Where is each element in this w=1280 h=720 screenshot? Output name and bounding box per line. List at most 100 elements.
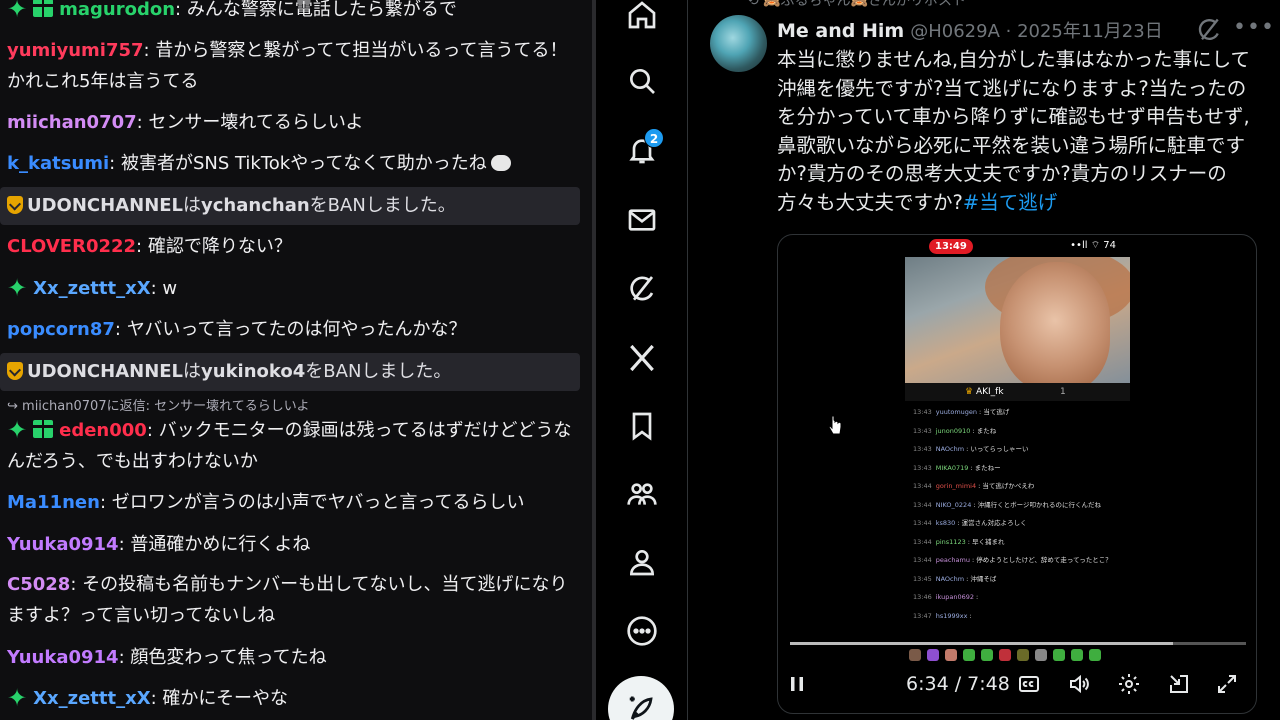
settings-gear-icon[interactable] xyxy=(1114,669,1144,699)
chat-username[interactable]: CLOVER0222 xyxy=(7,236,136,257)
chat-message: Yuuka0914: 顔色変わって焦ってたね xyxy=(7,642,579,673)
stream-chat-time: 13:43 xyxy=(913,408,932,416)
stream-chat-user: yuutomugen xyxy=(935,408,978,416)
chat-message: ✦ Xx_zettt_xX: w xyxy=(7,273,579,304)
captions-icon[interactable] xyxy=(1014,669,1044,699)
moderator-name[interactable]: UDONCHANNEL xyxy=(27,361,183,382)
streamer-name: AKI_fk xyxy=(975,387,1004,397)
more-options-icon[interactable]: ••• xyxy=(1233,14,1274,42)
post-body: 本当に懲りませんね,自分がした事はなかった事にして沖縄を優先ですが?当て逃げにな… xyxy=(777,46,1265,218)
ban-notice-text: をBANしました。 xyxy=(305,361,452,382)
stream-chat-sep: : xyxy=(969,611,972,620)
communities-icon[interactable] xyxy=(618,470,666,518)
x-premium-icon[interactable] xyxy=(618,334,666,382)
repost-indicator[interactable]: ⟲ 🙈ぷるちゃん🙈さんがリポスト xyxy=(747,0,966,10)
more-icon[interactable] xyxy=(618,607,666,655)
stream-chat-time: 13:47 xyxy=(913,611,932,620)
chat-username[interactable]: Yuuka0914 xyxy=(7,534,119,555)
chat-username[interactable]: Ma11nen xyxy=(7,492,100,513)
stream-chat-user: MIKA0719 xyxy=(935,463,969,472)
chat-username[interactable]: Xx_zettt_xX xyxy=(33,278,150,299)
chat-username[interactable]: miichan0707 xyxy=(7,112,137,133)
chat-username[interactable]: C5028 xyxy=(7,574,70,595)
stream-chat-user: ks830 xyxy=(935,519,956,527)
chat-message: Ma11nen: ゼロワンが言うのは小声でヤバっと言ってるらしい xyxy=(7,487,579,518)
stream-chat-time: 13:43 xyxy=(913,463,932,472)
stream-chat-time: 13:44 xyxy=(913,482,932,490)
moderator-name[interactable]: UDONCHANNEL xyxy=(27,195,183,216)
grok-icon[interactable] xyxy=(618,265,666,313)
bookmarks-icon[interactable] xyxy=(618,402,666,450)
stream-chat-line: 13:43 yuutomugen: 当て逃げ xyxy=(913,407,1009,417)
chat-username[interactable]: magurodon xyxy=(59,0,175,20)
stream-chat-line: 13:44 peachamu: 停めようとしたけど、辞めて走ってったとこ？ xyxy=(913,555,1112,565)
streamer-bar: ♛ AKI_fk 1 xyxy=(905,383,1130,401)
grok-icon[interactable] xyxy=(1195,16,1223,44)
explore-icon[interactable] xyxy=(618,57,666,105)
chat-username[interactable]: k_katsumi xyxy=(7,153,109,174)
chat-text: : 顔色変わって焦ってたね xyxy=(118,647,327,668)
video-player[interactable]: 13:49 ••ll ⌔ 74 ♛ AKI_fk 1 13:43 yuutomug… xyxy=(777,234,1257,714)
chat-message: ✦ eden000: バックモニターの録画は残ってるはずだけどどうなんだろう、でも… xyxy=(7,415,579,477)
volume-icon[interactable] xyxy=(1064,669,1094,699)
chat-username[interactable]: eden000 xyxy=(59,420,147,441)
stream-chat-text: 当て逃げかペえわ xyxy=(982,482,1035,490)
chat-message: miichan0707: センサー壊れてるらしいよ xyxy=(7,107,579,138)
chat-text: : 被害者がSNS TikTokやってなくて助かったね xyxy=(109,153,487,174)
video-frame: 13:49 ••ll ⌔ 74 ♛ AKI_fk 1 13:43 yuutomug… xyxy=(905,235,1130,670)
ban-notice-text: は xyxy=(183,361,202,382)
stream-chat-user: junon0910 xyxy=(935,426,971,435)
chat-text: : w xyxy=(150,278,178,299)
avatar[interactable] xyxy=(710,15,767,72)
stream-chat-line: 13:43 junon0910: またね xyxy=(913,426,996,436)
chat-username[interactable]: Xx_zettt_xX xyxy=(33,688,150,709)
chat-message: ✦ Xx_zettt_xX: 確かにそーやな xyxy=(7,683,579,714)
stream-chat-time: 13:43 xyxy=(913,426,932,435)
stream-chat-user: ikupan0692 xyxy=(935,593,974,601)
stream-preview-image xyxy=(905,257,1130,383)
pause-icon[interactable] xyxy=(782,669,812,699)
post-date[interactable]: 2025年11月23日 xyxy=(1017,21,1163,42)
post: ⟲ 🙈ぷるちゃん🙈さんがリポスト Me and Him @H0629A · 20… xyxy=(689,0,1280,720)
chat-username[interactable]: popcorn87 xyxy=(7,319,115,340)
stream-chat-text: またねー xyxy=(974,463,1001,472)
moderator-shield-icon xyxy=(7,362,23,380)
chat-username[interactable]: Yuuka0914 xyxy=(7,647,119,668)
chat-message: Yuuka0914: 普通確かめに行くよね xyxy=(7,529,579,560)
stream-chat-time: 13:44 xyxy=(913,519,932,527)
nav-rail: 2 xyxy=(596,0,688,720)
profile-icon[interactable] xyxy=(618,538,666,586)
stream-chat-text: 早く捕まれ xyxy=(971,537,1005,546)
stream-chat-text: 停めようとしたけど、辞めて走ってったとこ？ xyxy=(976,556,1112,564)
chat-text: : センサー壊れてるらしいよ xyxy=(136,112,364,133)
chat-message: CLOVER0222: 確認で降りない？ xyxy=(7,231,579,262)
meta-separator: · xyxy=(999,21,1018,42)
notifications-icon[interactable]: 2 xyxy=(618,126,666,174)
hashtag-link[interactable]: #当て逃げ xyxy=(963,191,1057,214)
stream-chat-user: peachamu xyxy=(935,556,970,564)
banned-user[interactable]: ychanchan xyxy=(201,195,310,216)
author-name[interactable]: Me and Him xyxy=(777,20,904,42)
ban-notice-text: をBANしました。 xyxy=(309,195,456,216)
moderator-shield-icon xyxy=(7,196,23,214)
chat-message: popcorn87: ヤバいって言ってたのは何やったんかな？ xyxy=(7,314,579,345)
cloud-emote-icon xyxy=(490,155,511,171)
compose-feather-icon[interactable] xyxy=(608,676,674,720)
stream-chat-text: 沖縄行くとボージ叩かれるのに行くんだね xyxy=(977,500,1101,509)
video-progress-bar[interactable] xyxy=(790,642,1246,645)
reply-reference[interactable]: ↪ miichan0707に返信: センサー壊れてるらしいよ xyxy=(7,398,309,416)
dock-video-icon[interactable] xyxy=(1164,669,1194,699)
gift-badge-icon xyxy=(32,420,55,438)
messages-icon[interactable] xyxy=(618,196,666,244)
emote-row xyxy=(905,645,1130,665)
author-handle[interactable]: @H0629A xyxy=(910,21,1000,42)
current-time: 6:34 xyxy=(906,673,949,695)
home-icon[interactable] xyxy=(618,0,666,39)
fullscreen-icon[interactable] xyxy=(1212,669,1242,699)
chat-username[interactable]: yumiyumi757 xyxy=(7,40,144,61)
banned-user[interactable]: yukinoko4 xyxy=(201,361,305,382)
video-progress-fill xyxy=(790,642,1174,645)
stream-chat-line: 13:45 NAOchm: 沖縄そば xyxy=(913,574,996,584)
post-text: 本当に懲りませんね,自分がした事はなかった事にして沖縄を優先ですが?当て逃げにな… xyxy=(777,48,1251,214)
stream-chat-text: 当て逃げ xyxy=(983,408,1010,416)
